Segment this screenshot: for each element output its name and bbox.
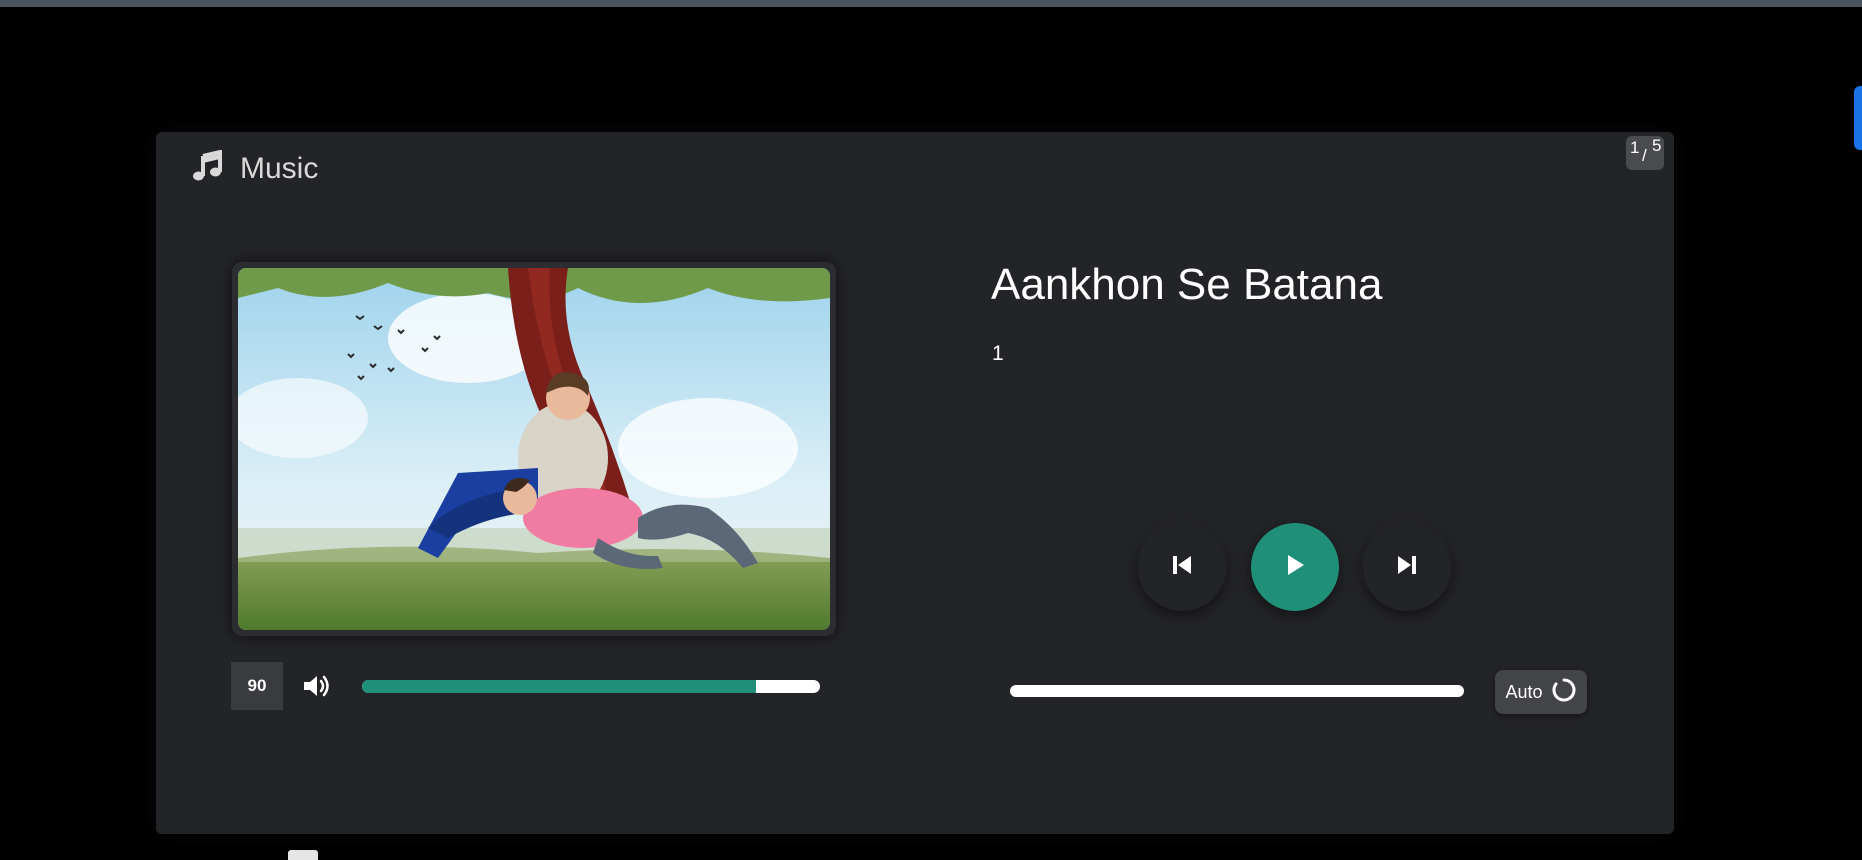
- loop-icon: [1551, 677, 1577, 708]
- autoplay-button[interactable]: Auto: [1495, 670, 1587, 714]
- play-button[interactable]: [1251, 523, 1339, 611]
- album-art: [238, 268, 830, 630]
- autoplay-label: Auto: [1505, 681, 1543, 702]
- song-subtitle: 1: [992, 342, 1004, 365]
- volume-slider[interactable]: [362, 680, 820, 693]
- track-counter-total: 5: [1652, 136, 1662, 155]
- edge-tab[interactable]: [1854, 86, 1862, 150]
- album-art-frame: [232, 262, 836, 636]
- app-title: Music: [240, 151, 319, 185]
- volume-up-icon[interactable]: [302, 673, 332, 699]
- volume-value: 90: [231, 662, 283, 710]
- player-header: Music: [192, 149, 319, 187]
- volume-slider-fill: [362, 680, 756, 693]
- music-note-icon: [192, 149, 224, 187]
- page-fragment: [288, 850, 318, 860]
- browser-top-strip: [0, 0, 1862, 7]
- next-button[interactable]: [1363, 523, 1451, 611]
- track-counter-current: 1: [1630, 138, 1640, 157]
- skip-next-icon: [1396, 554, 1418, 581]
- music-player-card: Music 1 / 5 90 Aankhon Se Batana 1 Auto: [156, 132, 1674, 834]
- track-counter-separator: /: [1642, 146, 1647, 165]
- track-counter: 1 / 5: [1626, 136, 1664, 170]
- play-icon: [1283, 552, 1307, 583]
- previous-button[interactable]: [1138, 523, 1226, 611]
- seek-bar[interactable]: [1010, 685, 1464, 697]
- skip-previous-icon: [1171, 554, 1193, 581]
- song-title: Aankhon Se Batana: [991, 260, 1383, 309]
